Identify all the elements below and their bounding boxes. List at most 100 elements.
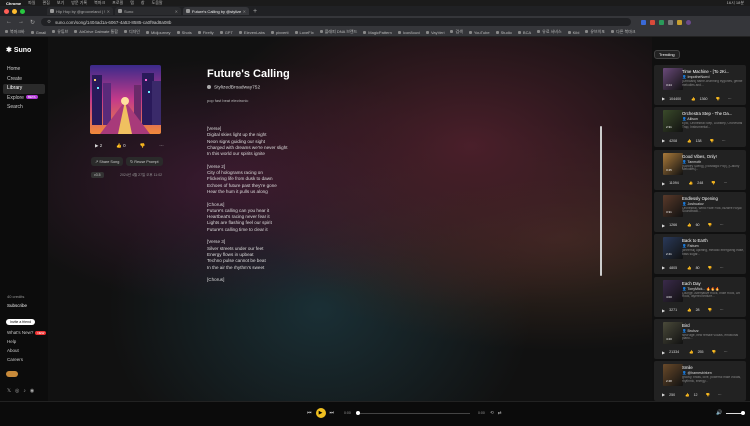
more-icon[interactable]: ⋯ (720, 266, 724, 270)
shuffle-icon[interactable]: ⇄ (498, 410, 502, 416)
play-icon[interactable]: ▶ (662, 308, 665, 313)
browser-tab-1[interactable]: Suno ✕ (115, 7, 181, 15)
card-author[interactable]: 👤 Bruhzz (682, 329, 744, 333)
more-icon[interactable]: ⋯ (724, 350, 728, 354)
about-link[interactable]: About (7, 348, 46, 357)
card-author[interactable]: 👤 Allison (682, 117, 744, 121)
instagram-icon[interactable]: ◎ (15, 388, 19, 394)
bookmark-item[interactable]: 유료 서비스 (537, 29, 562, 35)
card-title[interactable]: Smile (682, 365, 744, 370)
thumbs-down-icon[interactable]: 👎 (711, 181, 715, 185)
thumbs-down-icon[interactable]: 👎 (712, 350, 716, 354)
next-icon[interactable]: ⏭ (330, 410, 335, 416)
card-author[interactable]: 👤 Fabum (682, 244, 744, 248)
extension-icon[interactable] (677, 19, 683, 25)
repeat-icon[interactable]: ⟲ (490, 410, 494, 416)
trending-card[interactable]: 2:31 Orchestra Step - The Da... 👤 Allison E… (654, 107, 746, 148)
sidebar-item-create[interactable]: Create (3, 75, 45, 85)
card-title[interactable]: Orchestra Step - The Da... (682, 111, 744, 116)
bookmark-item[interactable]: Shots (177, 30, 192, 35)
extension-icon[interactable] (641, 19, 647, 25)
bookmark-item[interactable]: 다른 북마크 (611, 29, 636, 35)
card-author[interactable]: 👤 Tanmoth (682, 160, 744, 164)
browser-tab-0[interactable]: Hip Hop by @grooveland | Suno✕ (47, 7, 113, 15)
more-icon[interactable]: ⋯ (724, 181, 728, 185)
tiktok-icon[interactable]: ♪ (23, 388, 26, 394)
thumbs-down-icon[interactable]: 👎 (708, 266, 712, 270)
bookmark-item[interactable]: 북마크바 (5, 29, 25, 35)
play-icon[interactable]: ▶ (662, 265, 665, 270)
bookmark-item[interactable]: pixverti (271, 30, 289, 35)
forward-icon[interactable]: → (18, 19, 24, 25)
invite-friend-button[interactable]: Invite a friend (6, 319, 36, 325)
bookmark-item[interactable]: GPT (220, 30, 233, 35)
thumbs-down-icon[interactable]: 👎 (706, 393, 710, 397)
more-icon[interactable]: ⋯ (720, 223, 724, 227)
bookmark-item[interactable]: 플래피 DNA 브랜드 (320, 29, 358, 35)
bookmark-item[interactable]: Firefly (198, 30, 214, 35)
more-icon[interactable]: ⋯ (718, 393, 722, 397)
bookmark-item[interactable]: Gmail (31, 30, 46, 35)
browser-tab-2[interactable]: Future's Calling by @stylized ✕ (183, 7, 249, 15)
bookmark-item[interactable]: BCA (518, 30, 531, 35)
trending-card[interactable]: 2:48 Smile 👤 @hamesbirken groovy, brass, lo… (654, 361, 746, 401)
play-icon[interactable]: ▶ (662, 138, 665, 143)
volume-handle[interactable] (741, 411, 745, 415)
extension-icon[interactable] (650, 19, 656, 25)
minimize-window-button[interactable] (12, 8, 17, 14)
play-icon[interactable]: ▶ (662, 223, 665, 228)
trending-card[interactable]: 3:31 Endlessly Opening 👤 Joshuaiov Orchestr… (654, 191, 746, 232)
bookmark-item[interactable]: Icon8ouvi (398, 30, 420, 35)
bookmark-item[interactable]: 유튜브 (52, 29, 68, 35)
bookmark-item[interactable]: VayVeri (426, 30, 445, 35)
bookmark-item[interactable]: YouTube (469, 30, 490, 35)
card-title[interactable]: Bird (682, 323, 744, 328)
reload-icon[interactable]: ↻ (30, 19, 35, 26)
sidebar-item-home[interactable]: Home (3, 65, 45, 75)
more-icon[interactable]: ⋯ (720, 308, 724, 312)
play-count[interactable]: ▶ 2 (95, 143, 102, 149)
thumbs-down-icon[interactable]: 👎 (708, 308, 712, 312)
bookmark-item[interactable]: MagicPattern (363, 30, 392, 35)
card-author[interactable]: 👤 TonyMick... 🔥🔥🔥 (682, 287, 744, 291)
previous-icon[interactable]: ⏮ (307, 410, 312, 416)
thumbs-up-icon[interactable]: 👍 (689, 350, 693, 354)
volume-icon[interactable]: 🔊 (716, 410, 722, 416)
careers-link[interactable]: Careers (7, 357, 46, 366)
url-field[interactable]: ⚙ suno.com/song/1404ad1a-6067-4a53-8585-… (41, 18, 632, 26)
trending-card[interactable]: 2:41 Back to Earth 👤 Fabum [cheerful] uplif… (654, 234, 746, 275)
dislike-button[interactable]: 👎 (140, 143, 146, 149)
trending-card[interactable]: 4:20 Bird 👤 Bruhzz New age, new female voca… (654, 318, 746, 359)
progress-handle[interactable] (356, 411, 360, 415)
more-icon[interactable]: ⋯ (728, 97, 732, 101)
thumbs-up-icon[interactable]: 👍 (687, 223, 691, 227)
new-tab-button[interactable]: + (253, 8, 257, 15)
bookmark-item[interactable]: Kibl (568, 30, 580, 35)
suno-logo[interactable]: ✱ Suno (6, 46, 31, 54)
site-info-icon[interactable]: ⚙ (47, 19, 51, 25)
close-icon[interactable]: ✕ (243, 9, 246, 14)
card-author[interactable]: 👤 ImpotheNurrd (682, 75, 744, 79)
play-icon[interactable]: ▶ (662, 350, 665, 355)
help-link[interactable]: Help (7, 339, 46, 348)
trending-card[interactable]: 3:24 Time Machine - [To 2Ki... 👤 ImpotheNu… (654, 65, 746, 105)
trending-tab[interactable]: Trending (654, 50, 680, 59)
play-icon[interactable]: ▶ (662, 392, 665, 397)
card-title[interactable]: Each Day (682, 281, 744, 286)
progress-bar[interactable] (358, 413, 470, 414)
user-avatar[interactable] (6, 371, 18, 377)
card-title[interactable]: Endlessly Opening (682, 196, 744, 201)
lyrics-scrollbar[interactable] (600, 126, 602, 276)
subscribe-link[interactable]: Subscribe (7, 303, 27, 308)
play-button[interactable]: ▶ (315, 408, 326, 418)
bookmark-item[interactable]: 디자인 (124, 29, 140, 35)
thumbs-down-icon[interactable]: 👎 (708, 223, 712, 227)
sidebar-item-search[interactable]: Search (3, 103, 45, 113)
thumbs-down-icon[interactable]: 👎 (716, 97, 720, 101)
sidebar-item-explore[interactable]: Explore BETA (3, 94, 45, 104)
thumbs-up-icon[interactable]: 👍 (689, 181, 693, 185)
thumbs-up-icon[interactable]: 👍 (687, 308, 691, 312)
close-icon[interactable]: ✕ (175, 9, 178, 14)
song-author[interactable]: StylizedBroadway752 (207, 85, 260, 90)
bookmark-item[interactable]: AirDrive Dalmate 통합 (74, 29, 118, 35)
